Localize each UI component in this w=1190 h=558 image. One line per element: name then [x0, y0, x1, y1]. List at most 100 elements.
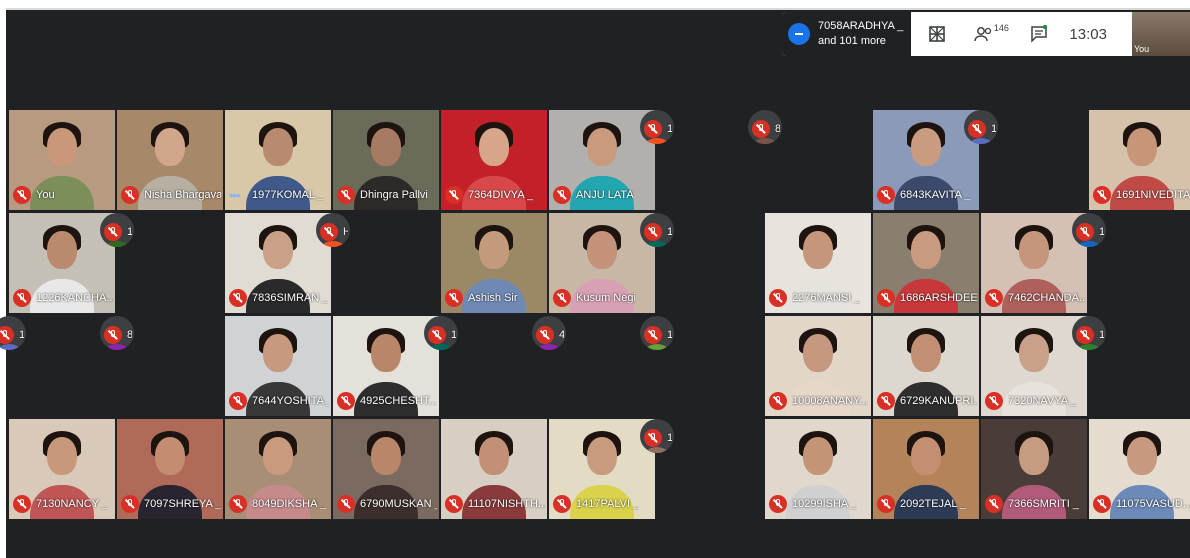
- participants-count: 146: [993, 23, 1009, 33]
- participant-label-bar: Dhingra Pallvi: [337, 184, 437, 206]
- participant-name: Kusum Negi: [576, 292, 636, 304]
- participant-name: 1402VIBHU _: [451, 329, 456, 341]
- mic-muted-icon: [104, 326, 122, 344]
- participant-tile[interactable]: –1991PRADNY...: [640, 316, 674, 350]
- people-button[interactable]: 146: [963, 12, 1019, 56]
- participant-tile[interactable]: –11257PRABHS...: [0, 316, 26, 350]
- participant-label-bar: Ashish Sir: [445, 287, 545, 309]
- participant-tile[interactable]: –1667MANISH...: [640, 110, 674, 144]
- participant-label-bar: 4783PRIYA _: [536, 324, 564, 346]
- participant-name: 1417PALVI _: [576, 498, 640, 510]
- participant-name: 1686ARSHDEE...: [900, 292, 977, 304]
- participant-tile[interactable]: 10008ANANY...: [765, 316, 871, 416]
- participant-tile[interactable]: Dhingra Pallvi: [333, 110, 439, 210]
- participant-tile[interactable]: 10299ISHA _: [765, 419, 871, 519]
- layout-button[interactable]: [911, 12, 963, 56]
- participant-label-bar: 7320NAVYA _: [985, 390, 1085, 412]
- participant-tile[interactable]: –11151VANSHI...: [1072, 213, 1106, 247]
- participant-label-bar: You: [13, 184, 113, 206]
- participant-label-bar: Kusum Negi: [553, 287, 653, 309]
- presenter-name: 7058ARADHYA _: [818, 20, 904, 32]
- mic-muted-icon: [877, 289, 895, 307]
- mic-muted-icon: [536, 326, 554, 344]
- participant-tile[interactable]: 7364DIVYA _: [441, 110, 547, 210]
- participant-name: 6790MUSKAN _: [360, 498, 437, 510]
- mic-muted-icon: [1093, 186, 1111, 204]
- self-preview-label: You: [1134, 44, 1150, 54]
- participant-name: 4925CHESHT...: [360, 395, 437, 407]
- participant-name: 7320NAVYA _: [1008, 395, 1077, 407]
- mic-muted-icon: [229, 289, 247, 307]
- mic-muted-icon: [985, 495, 1003, 513]
- mic-muted-icon: [121, 186, 139, 204]
- layout-icon: [929, 26, 946, 42]
- participant-tile[interactable]: You: [9, 110, 115, 210]
- mic-muted-icon: [445, 495, 463, 513]
- mic-muted-icon: [1093, 495, 1111, 513]
- participant-tile[interactable]: –8192BHAWNA _: [100, 316, 134, 350]
- participant-name: 8049DIKSHA _: [252, 498, 326, 510]
- mic-muted-icon: [968, 120, 986, 138]
- participant-tile[interactable]: 2092TEJAL _: [873, 419, 979, 519]
- participant-tile[interactable]: Ashish Sir: [441, 213, 547, 313]
- chat-button[interactable]: [1019, 12, 1059, 56]
- participant-name: 7130NANCY _: [36, 498, 108, 510]
- participant-label-bar: 7644YOSHITA _: [229, 390, 329, 412]
- mic-muted-icon: [752, 120, 770, 138]
- participant-label-bar: 7130NANCY _: [13, 493, 113, 515]
- participant-tile[interactable]: 7097SHREYA _: [117, 419, 223, 519]
- participant-label-bar: 7366SMRITI _: [985, 493, 1085, 515]
- participant-tile[interactable]: 6790MUSKAN _: [333, 419, 439, 519]
- participant-tile[interactable]: 7130NANCY _: [9, 419, 115, 519]
- mic-muted-icon: [553, 289, 571, 307]
- participant-name: Dhingra Pallvi: [360, 189, 428, 201]
- participant-label-bar: 10299ISHA _: [769, 493, 869, 515]
- participant-tile[interactable]: –1692MEGHA _: [1072, 316, 1106, 350]
- mic-muted-icon: [985, 392, 1003, 410]
- self-preview[interactable]: You: [1132, 12, 1190, 56]
- participant-name: 6729KANUPRI...: [900, 395, 977, 407]
- participant-tile[interactable]: Nisha Bhargava: [117, 110, 223, 210]
- participant-tile[interactable]: –11102TANVEE...: [640, 419, 674, 453]
- participant-label-bar: 7364DIVYA _: [445, 184, 545, 206]
- participant-label-bar: 8186SIMRANJ...: [752, 118, 780, 140]
- mic-muted-icon: [229, 495, 247, 513]
- mic-muted-icon: [1076, 223, 1094, 241]
- participant-name: 1667MANISH...: [667, 123, 672, 135]
- participant-tile[interactable]: 7366SMRITI _: [981, 419, 1087, 519]
- participant-name: 1226KANCHA...: [36, 292, 113, 304]
- participant-tile[interactable]: –4783PRIYA _: [532, 316, 566, 350]
- mic-muted-icon: [769, 392, 787, 410]
- participant-name: ANJU LATA: [576, 189, 634, 201]
- mic-muted-icon: [337, 186, 355, 204]
- participant-name: 7364DIVYA _: [468, 189, 534, 201]
- participant-tile[interactable]: 7644YOSHITA _: [225, 316, 331, 416]
- participant-tile[interactable]: 11107NISHTH...: [441, 419, 547, 519]
- participant-label-bar: 1692MEGHA _: [1076, 324, 1104, 346]
- participant-tile[interactable]: 2276MANSI _: [765, 213, 871, 313]
- participant-name: 7836SIMRAN _: [252, 292, 329, 304]
- participant-tile[interactable]: 11075VASUD...: [1089, 419, 1190, 519]
- participant-tile[interactable]: –8186SIMRANJ...: [748, 110, 782, 144]
- participant-name: 6843KAVITA _: [900, 189, 971, 201]
- participant-tile[interactable]: 1691NIVEDITA: [1089, 110, 1190, 210]
- participant-label-bar: 11107NISHTH...: [445, 493, 545, 515]
- participant-tile[interactable]: –10087KOMAL...: [100, 213, 134, 247]
- participant-name: 1691NIVEDITA: [1116, 189, 1190, 201]
- participant-name: 2092TEJAL _: [900, 498, 967, 510]
- participant-tile[interactable]: 8049DIKSHA _: [225, 419, 331, 519]
- participant-tile[interactable]: ••• 1977KOMAL _: [225, 110, 331, 210]
- mic-muted-icon: [445, 186, 463, 204]
- presenter-chip[interactable]: 7058ARADHYA _ and 101 more: [782, 12, 912, 56]
- participant-tile[interactable]: –1402VIBHU _: [424, 316, 458, 350]
- participant-tile[interactable]: HHarleen Kaur: [316, 213, 350, 247]
- clock: 13:03: [1069, 25, 1107, 43]
- participant-tile[interactable]: 6729KANUPRI...: [873, 316, 979, 416]
- participant-tile[interactable]: 1686ARSHDEE...: [873, 213, 979, 313]
- participant-name: You: [36, 189, 55, 201]
- mic-muted-icon: [553, 495, 571, 513]
- participant-tile[interactable]: –11136AANCH...: [964, 110, 998, 144]
- participant-name: 8192BHAWNA _: [127, 329, 132, 341]
- participant-tile[interactable]: –10373YAVANT...: [640, 213, 674, 247]
- mic-muted-icon: [877, 392, 895, 410]
